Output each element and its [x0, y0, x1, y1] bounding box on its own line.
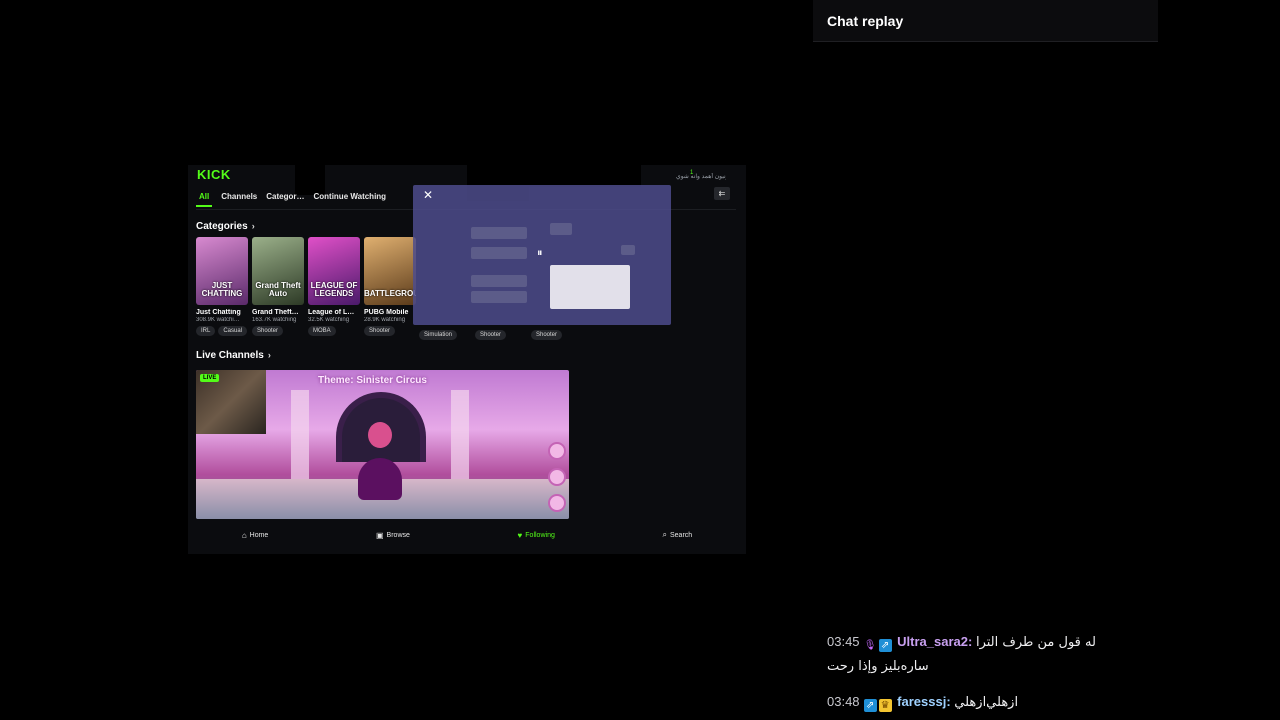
- tag-chip[interactable]: IRL: [196, 326, 216, 336]
- chevron-right-icon: ›: [251, 221, 255, 231]
- overlay-panel: [471, 227, 527, 239]
- tag-chip[interactable]: Casual: [218, 326, 248, 336]
- chat-header: Chat replay: [813, 0, 1158, 42]
- nav-following[interactable]: ♥ Following: [518, 531, 555, 540]
- subscriber-icon: ⇗: [863, 699, 877, 712]
- nav-label: Home: [249, 531, 269, 539]
- mini-player-overlay[interactable]: ✕ ⏸: [413, 185, 671, 325]
- category-name: PUBG Mobile: [364, 309, 409, 316]
- category-card[interactable]: BATTLEGROUNDS PUBG Mobile 28.9K watching…: [364, 237, 416, 336]
- chevron-right-icon: ›: [267, 350, 271, 360]
- stream-title: Theme: Sinister Circus: [318, 375, 427, 386]
- overlay-panel: [621, 245, 635, 255]
- tag-chip[interactable]: Simulation: [419, 330, 458, 340]
- tab-categories[interactable]: Categor…: [266, 192, 304, 207]
- game-side-button: [548, 442, 566, 460]
- thumbnail-text: BATTLEGROUNDS: [364, 289, 416, 298]
- tag-chip[interactable]: Shooter: [252, 326, 284, 336]
- heart-icon: ♥: [517, 530, 523, 540]
- message-text: ازهلي‌ازهلي: [954, 695, 1019, 710]
- thumbnail-text: LEAGUE OF LEGENDS: [310, 281, 358, 298]
- chat-message: 03:45 🎙 ⇗ Ultra_sara2: له قول من طرف الترا…: [827, 634, 1096, 674]
- menu-icon: ⇇: [718, 189, 726, 198]
- live-channels-title: Live Channels: [196, 350, 264, 361]
- tag-chip[interactable]: MOBA: [308, 326, 336, 336]
- nav-browse[interactable]: ▣ Browse: [376, 531, 410, 540]
- notification-text: مونيون أهمد وانه شوي: [676, 174, 726, 180]
- overlay-panel: [550, 223, 572, 235]
- thumbnail-text: Grand Theft Auto: [255, 281, 301, 298]
- redaction-block: [529, 165, 641, 187]
- category-thumbnail: Grand Theft Auto: [252, 237, 304, 305]
- nav-home[interactable]: ⌂ Home: [242, 531, 269, 540]
- nav-label: Following: [525, 531, 555, 539]
- close-icon[interactable]: ✕: [423, 188, 433, 202]
- game-avatar: [356, 422, 404, 514]
- category-viewers: 163.7K watching: [252, 317, 297, 323]
- thumbnail-text: JUST CHATTING: [201, 281, 243, 298]
- overlay-panel: [471, 275, 527, 287]
- live-badge: LIVE: [200, 374, 220, 382]
- live-channels-heading[interactable]: Live Channels ›: [196, 350, 271, 361]
- category-card[interactable]: JUST CHATTING Just Chatting 308.9K watch…: [196, 237, 248, 336]
- category-thumbnail: JUST CHATTING: [196, 237, 248, 305]
- category-card[interactable]: Grand Theft Auto Grand Theft… 163.7K wat…: [252, 237, 304, 336]
- category-name: Grand Theft…: [252, 309, 299, 316]
- category-viewers: 28.9K watching: [364, 317, 406, 323]
- video-player[interactable]: KICK 1 مونيون أهمد وانه شوي ⇇ All Channe…: [188, 165, 746, 554]
- home-icon: ⌂: [241, 530, 247, 540]
- search-icon: ⌕: [662, 530, 667, 539]
- nav-label: Search: [669, 531, 693, 539]
- chat-username[interactable]: faresssj: [897, 694, 946, 709]
- browse-icon: ▣: [375, 530, 384, 540]
- nav-label: Browse: [386, 531, 410, 539]
- categories-title: Categories: [196, 221, 248, 232]
- overlay-image: [550, 265, 630, 309]
- chat-username[interactable]: Ultra_sara2: [897, 634, 968, 649]
- bottom-nav: ⌂ Home ▣ Browse ♥ Following ⌕ Search: [188, 524, 746, 546]
- category-viewers: 32.5K watching: [308, 317, 350, 323]
- subscriber-icon: ⇗: [878, 639, 892, 652]
- tab-continue-watching[interactable]: Continue Watching: [313, 192, 386, 207]
- message-timestamp: 03:45: [827, 634, 860, 649]
- chat-title: Chat replay: [827, 13, 904, 29]
- overlay-panel: [471, 247, 527, 259]
- message-timestamp: 03:48: [827, 694, 860, 709]
- tab-all[interactable]: All: [196, 192, 213, 207]
- tag-chip[interactable]: Shooter: [364, 326, 396, 336]
- menu-button[interactable]: ⇇: [714, 187, 730, 200]
- mic-icon: 🎙: [863, 640, 877, 651]
- redaction-block: [295, 165, 325, 195]
- game-side-button: [548, 468, 566, 486]
- categories-heading[interactable]: Categories ›: [196, 221, 255, 232]
- category-name: League of L…: [308, 309, 355, 316]
- category-thumbnail: LEAGUE OF LEGENDS: [308, 237, 360, 305]
- category-viewers: 308.9K watchi…: [196, 317, 240, 323]
- tab-channels[interactable]: Channels: [221, 192, 257, 207]
- overlay-panel: [471, 291, 527, 303]
- live-stream-thumbnail[interactable]: LIVE Theme: Sinister Circus: [196, 370, 569, 519]
- pause-icon[interactable]: ⏸: [537, 247, 543, 260]
- category-card[interactable]: LEAGUE OF LEGENDS League of L… 32.5K wat…: [308, 237, 360, 336]
- tag-chip[interactable]: Shooter: [475, 330, 507, 340]
- nav-search[interactable]: ⌕ Search: [663, 530, 693, 540]
- game-side-button: [548, 494, 566, 512]
- crown-icon: ♛: [878, 699, 892, 712]
- tab-bar: All Channels Categor… Continue Watching: [196, 192, 386, 207]
- category-thumbnail: BATTLEGROUNDS: [364, 237, 416, 305]
- category-name: Just Chatting: [196, 309, 241, 316]
- tag-chip[interactable]: Shooter: [531, 330, 563, 340]
- chat-message: 03:48 ⇗ ♛ faresssj: ازهلي‌ازهلي: [827, 694, 1019, 712]
- kick-logo: KICK: [197, 167, 231, 182]
